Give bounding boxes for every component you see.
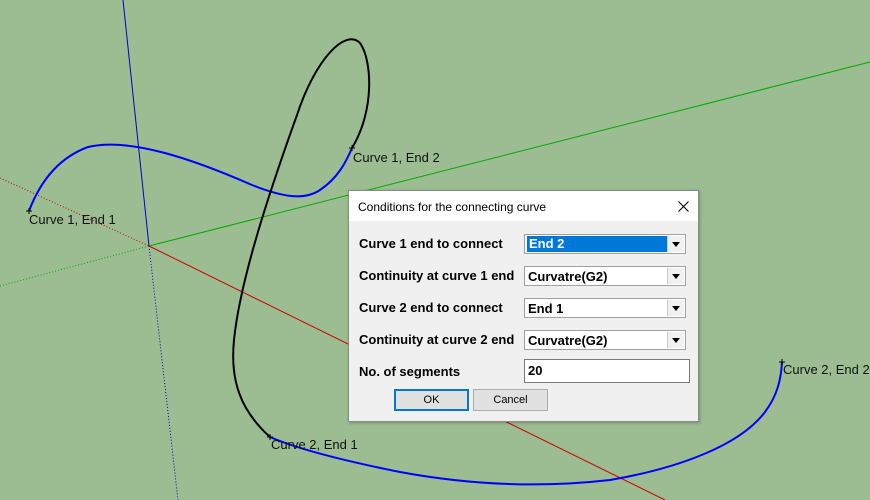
curve-2-continuity-select[interactable]: Curvatre(G2) [524,330,686,350]
curve-2-end-value: End 1 [528,301,564,316]
dropdown-arrow[interactable] [667,268,684,284]
dropdown-arrow[interactable] [667,332,684,348]
close-icon [677,200,689,212]
dropdown-arrow[interactable] [667,300,684,316]
curve-2-continuity-label: Continuity at curve 2 end [359,332,515,347]
blue-axis-hidden [148,245,179,500]
blue-axis [122,0,150,247]
label-curve-1-end-1: Curve 1, End 1 [29,212,116,227]
curve-2-continuity-value: Curvatre(G2) [528,333,608,348]
chevron-down-icon [672,241,680,247]
ok-button[interactable]: OK [394,389,469,411]
curve-1[interactable] [28,143,353,212]
curve-1-end-select[interactable]: End 2 [524,234,686,254]
dialog-titlebar[interactable]: Conditions for the connecting curve [349,191,698,221]
curve-1-continuity-select[interactable]: Curvatre(G2) [524,266,686,286]
dialog-title: Conditions for the connecting curve [358,200,547,214]
curve-2-end-select[interactable]: End 1 [524,298,686,318]
chevron-down-icon [672,273,680,279]
segments-input[interactable]: 20 [524,359,690,383]
cancel-button[interactable]: Cancel [473,389,548,411]
label-curve-2-end-1: Curve 2, End 1 [271,437,358,452]
curve-1-end-value: End 2 [527,236,669,252]
segments-value: 20 [528,363,543,378]
dropdown-arrow[interactable] [667,236,684,252]
label-curve-2-end-2: Curve 2, End 2 [783,362,870,377]
chevron-down-icon [672,337,680,343]
curve-1-continuity-value: Curvatre(G2) [528,269,608,284]
green-axis-hidden [0,245,150,287]
segments-label: No. of segments [359,364,461,379]
close-button[interactable] [668,191,698,221]
connecting-curve-dialog: Conditions for the connecting curve Curv… [348,190,699,422]
curve-1-continuity-label: Continuity at curve 1 end [359,268,515,283]
chevron-down-icon [672,305,680,311]
curve-1-end-label: Curve 1 end to connect [359,236,503,251]
label-curve-1-end-2: Curve 1, End 2 [353,150,440,165]
curve-2-end-label: Curve 2 end to connect [359,300,503,315]
